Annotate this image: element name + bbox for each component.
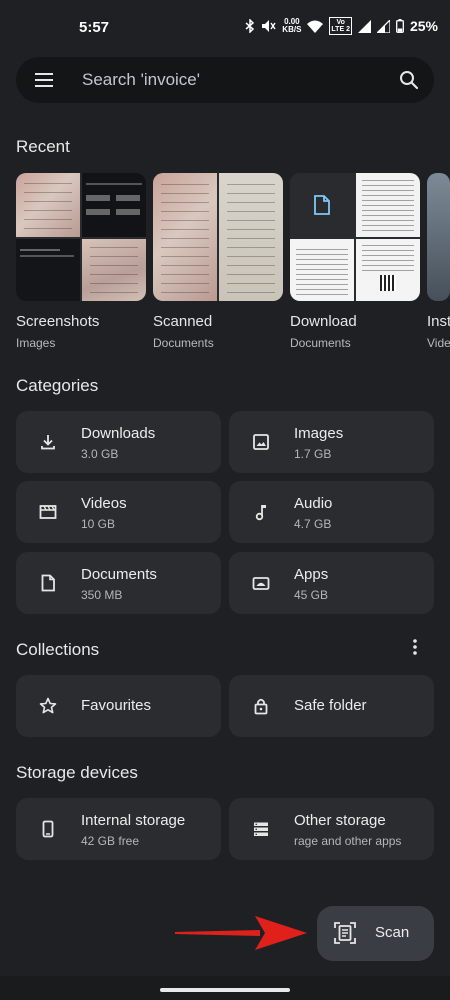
search-input[interactable]: Search 'invoice' <box>82 70 200 90</box>
home-gesture-handle[interactable] <box>160 988 290 992</box>
signal-2-icon <box>376 19 390 33</box>
recent-name: Scanned <box>153 313 213 330</box>
card-title: Apps <box>294 566 329 583</box>
card-sub: 3.0 GB <box>81 447 119 461</box>
recent-sub: Documents <box>153 336 214 350</box>
partial-thumbnail <box>427 173 450 301</box>
scan-label: Scan <box>375 924 410 941</box>
document-icon <box>41 574 55 592</box>
net-speed-unit: KB/S <box>282 25 302 34</box>
download-icon <box>41 435 55 450</box>
card-title: Audio <box>294 495 333 512</box>
card-sub: 350 MB <box>81 588 123 602</box>
volte-badge: Vo LTE 2 <box>329 17 352 35</box>
card-title: Documents <box>81 566 157 583</box>
card-title: Favourites <box>81 697 152 714</box>
storage-heading: Storage devices <box>16 763 138 782</box>
search-icon[interactable] <box>398 69 420 91</box>
screenshots-thumbnail <box>16 173 146 301</box>
status-bar: 5:57 0.00 KB/S Vo LTE 2 25% <box>0 0 450 56</box>
card-title: Internal storage <box>81 812 186 829</box>
lock-icon <box>254 698 268 715</box>
recent-name: Download <box>290 313 357 330</box>
card-sub: 1.7 GB <box>294 447 332 461</box>
collection-favourites[interactable]: Favourites <box>16 675 221 737</box>
bluetooth-icon <box>245 19 255 33</box>
scanned-thumbnail <box>153 173 283 301</box>
image-icon <box>253 434 269 450</box>
recent-scanned[interactable]: Scanned Documents <box>153 173 283 350</box>
battery-percentage: 25% <box>409 18 438 34</box>
network-speed: 0.00 KB/S <box>282 18 301 34</box>
category-apps[interactable]: Apps 45 GB <box>229 552 434 614</box>
category-images[interactable]: Images 1.7 GB <box>229 411 434 473</box>
category-videos[interactable]: Videos 10 GB <box>16 481 221 543</box>
storage-icon <box>254 822 268 836</box>
recent-sub: Vide <box>427 336 450 350</box>
category-documents[interactable]: Documents 350 MB <box>16 552 221 614</box>
recent-sub: Images <box>16 336 56 350</box>
card-sub: 42 GB free <box>81 834 140 848</box>
card-title: Other storage <box>294 812 386 829</box>
android-icon <box>252 577 270 590</box>
recent-screenshots[interactable]: Screenshots Images <box>16 173 146 350</box>
card-title: Safe folder <box>294 697 367 714</box>
volte-bottom: LTE 2 <box>331 26 350 33</box>
scan-button[interactable]: Scan <box>317 906 434 961</box>
recent-partial[interactable]: Inst Vide <box>427 173 450 350</box>
collection-safe-folder[interactable]: Safe folder <box>229 675 434 737</box>
card-title: Downloads <box>81 425 156 442</box>
mute-icon <box>261 19 276 33</box>
video-icon <box>39 505 57 519</box>
card-sub: 10 GB <box>81 517 116 531</box>
wifi-icon <box>307 20 324 33</box>
battery-icon <box>396 19 404 33</box>
card-sub: rage and other apps <box>294 834 402 848</box>
document-scanner-icon <box>334 922 356 944</box>
card-sub: 45 GB <box>294 588 329 602</box>
more-vert-icon[interactable] <box>407 638 423 656</box>
card-title: Images <box>294 425 344 442</box>
category-downloads[interactable]: Downloads 3.0 GB <box>16 411 221 473</box>
music-note-icon <box>255 505 266 521</box>
file-icon <box>314 195 330 215</box>
recent-name: Inst <box>427 313 450 330</box>
arrow-icon <box>175 916 307 950</box>
storage-other[interactable]: Other storage rage and other apps <box>229 798 434 860</box>
download-thumbnail <box>290 173 420 301</box>
recent-download[interactable]: Download Documents <box>290 173 420 350</box>
category-audio[interactable]: Audio 4.7 GB <box>229 481 434 543</box>
status-icons: 0.00 KB/S Vo LTE 2 25% <box>245 17 438 35</box>
recent-name: Screenshots <box>16 313 100 330</box>
recent-sub: Documents <box>290 336 351 350</box>
categories-heading: Categories <box>16 376 99 395</box>
menu-icon[interactable] <box>35 71 53 89</box>
collections-heading: Collections <box>16 640 100 659</box>
search-bar[interactable]: Search 'invoice' <box>16 57 434 103</box>
phone-icon <box>42 820 54 838</box>
recent-heading: Recent <box>16 137 70 156</box>
card-sub: 4.7 GB <box>294 517 332 531</box>
storage-internal[interactable]: Internal storage 42 GB free <box>16 798 221 860</box>
volte-top: Vo <box>336 19 345 26</box>
card-title: Videos <box>81 495 127 512</box>
signal-icon <box>357 19 371 33</box>
status-time: 5:57 <box>79 19 110 36</box>
star-icon <box>39 697 57 714</box>
